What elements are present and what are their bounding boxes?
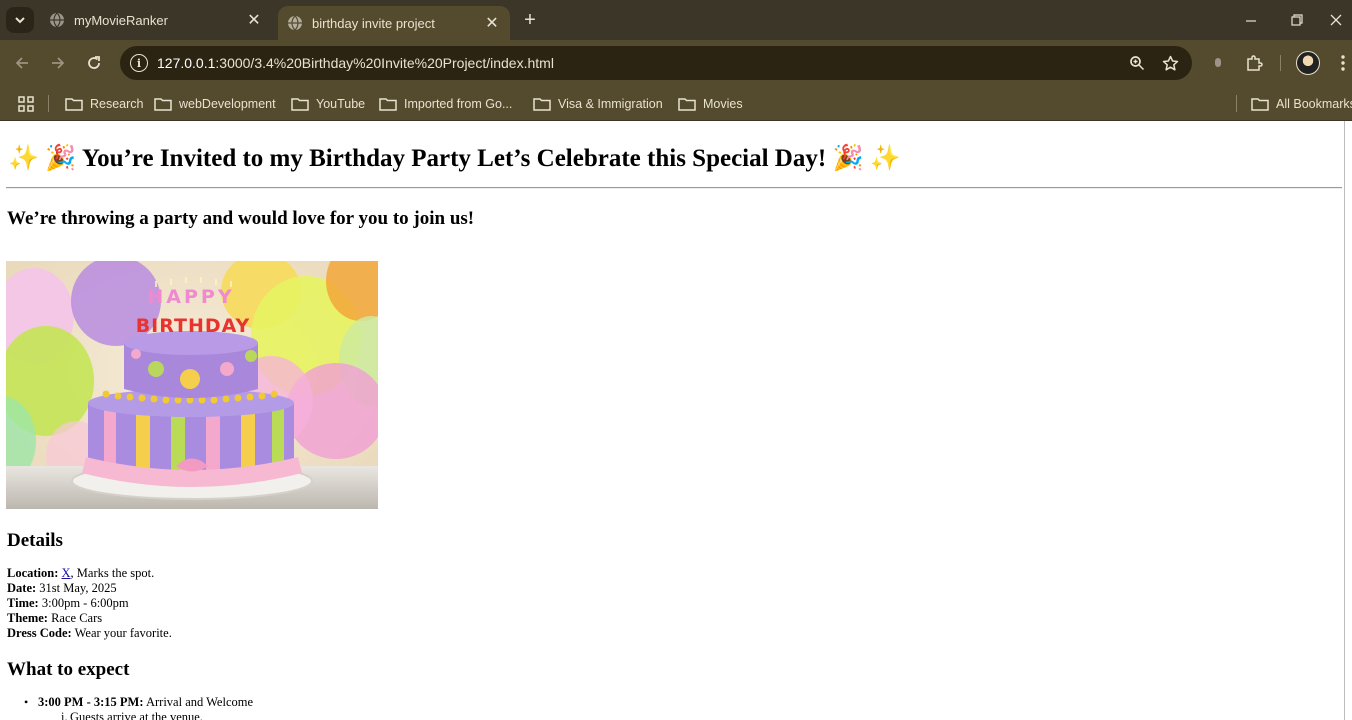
address-bar[interactable]: i 127.0.0.1:3000/3.4%20Birthday%20Invite… bbox=[120, 46, 1192, 80]
detail-location: Location: X, Marks the spot. bbox=[7, 566, 172, 581]
tab-search-button[interactable] bbox=[6, 7, 34, 33]
bookmarks-divider bbox=[48, 95, 49, 112]
tab-mymovieranker[interactable]: myMovieRanker ✕ bbox=[40, 0, 272, 40]
chevron-down-icon bbox=[15, 16, 25, 23]
tab-birthday-invite[interactable]: birthday invite project ✕ bbox=[278, 6, 510, 40]
date-value: 31st May, 2025 bbox=[39, 581, 117, 595]
url-host: 127.0.0.1 bbox=[157, 55, 216, 71]
bookmark-movies[interactable]: Movies bbox=[678, 86, 743, 121]
close-icon[interactable]: ✕ bbox=[244, 10, 264, 30]
bookmarks-bar: Research webDevelopment YouTube Imported… bbox=[0, 86, 1352, 121]
date-label: Date: bbox=[7, 581, 37, 595]
forward-button[interactable] bbox=[46, 51, 70, 75]
globe-icon bbox=[288, 15, 302, 31]
folder-icon bbox=[65, 97, 83, 111]
location-label: Location: bbox=[7, 566, 59, 580]
folder-icon bbox=[154, 97, 172, 111]
bookmark-label: Movies bbox=[703, 96, 743, 111]
schedule-text: Arrival and Welcome bbox=[145, 695, 254, 709]
list-subitem: i. Guests arrive at the venue. bbox=[38, 710, 253, 720]
bookmark-label: webDevelopment bbox=[179, 96, 276, 111]
bookmark-label: YouTube bbox=[316, 96, 366, 111]
location-text: , Marks the spot. bbox=[70, 566, 155, 580]
subitem-text: Guests arrive at the venue. bbox=[70, 710, 203, 720]
bookmark-label: Visa & Immigration bbox=[558, 96, 663, 111]
folder-icon bbox=[678, 97, 696, 111]
folder-icon bbox=[1251, 97, 1269, 111]
detail-theme: Theme: Race Cars bbox=[7, 611, 172, 626]
tab-title: birthday invite project bbox=[312, 15, 435, 31]
bookmark-webdevelopment[interactable]: webDevelopment bbox=[154, 86, 276, 121]
folder-icon bbox=[533, 97, 551, 111]
bookmark-youtube[interactable]: YouTube bbox=[291, 86, 365, 121]
details-heading: Details bbox=[7, 530, 63, 551]
minimize-button[interactable] bbox=[1228, 0, 1274, 40]
all-bookmarks-label: All Bookmarks bbox=[1276, 96, 1352, 111]
bookmarks-divider bbox=[1236, 95, 1237, 112]
restore-icon bbox=[1291, 14, 1303, 26]
zoom-icon[interactable] bbox=[1126, 52, 1148, 74]
theme-label: Theme: bbox=[7, 611, 48, 625]
more-menu-icon[interactable] bbox=[1334, 51, 1352, 75]
schedule-list: 3:00 PM - 3:15 PM: Arrival and Welcome i… bbox=[24, 695, 254, 720]
reload-icon bbox=[88, 56, 100, 69]
page-tagline: We’re throwing a party and would love fo… bbox=[7, 208, 475, 229]
apps-grid-icon[interactable] bbox=[17, 95, 35, 113]
tab-strip: myMovieRanker ✕ birthday invite project … bbox=[0, 0, 1352, 40]
globe-icon bbox=[50, 12, 64, 28]
bookmark-star-icon[interactable] bbox=[1159, 52, 1181, 74]
site-info-icon[interactable]: i bbox=[130, 54, 148, 72]
detail-dress-code: Dress Code: Wear your favorite. bbox=[7, 626, 172, 641]
scrollbar[interactable] bbox=[1344, 121, 1352, 720]
plus-icon: + bbox=[524, 8, 536, 31]
birthday-cake-image: HAPPY BIRTHDAY bbox=[6, 261, 378, 509]
reload-button[interactable] bbox=[82, 51, 106, 75]
url-text[interactable]: 127.0.0.1:3000/3.4%20Birthday%20Invite%2… bbox=[157, 55, 1126, 71]
restore-button[interactable] bbox=[1274, 0, 1320, 40]
page-heading: ✨ 🎉 You’re Invited to my Birthday Party … bbox=[8, 145, 901, 172]
schedule-time: 3:00 PM - 3:15 PM: bbox=[38, 695, 144, 709]
list-item: 3:00 PM - 3:15 PM: Arrival and Welcome bbox=[24, 695, 254, 710]
arrow-left-icon bbox=[15, 57, 28, 69]
bookmark-label: Research bbox=[90, 96, 144, 111]
web-page: ✨ 🎉 You’re Invited to my Birthday Party … bbox=[0, 121, 1352, 720]
detail-time: Time: 3:00pm - 6:00pm bbox=[7, 596, 172, 611]
url-path: :3000/3.4%20Birthday%20Invite%20Project/… bbox=[215, 55, 554, 71]
minimize-icon bbox=[1245, 19, 1256, 22]
close-window-button[interactable] bbox=[1320, 0, 1352, 40]
close-icon bbox=[1330, 14, 1342, 26]
time-label: Time: bbox=[7, 596, 39, 610]
cake-bottom-text: BIRTHDAY bbox=[136, 315, 251, 337]
profile-avatar[interactable] bbox=[1296, 51, 1320, 75]
bookmark-visa-immigration[interactable]: Visa & Immigration bbox=[533, 86, 663, 121]
location-link[interactable]: X bbox=[62, 566, 71, 580]
extensions-puzzle-icon[interactable] bbox=[1242, 51, 1266, 75]
bookmark-label: Imported from Go... bbox=[404, 96, 513, 111]
folder-icon bbox=[379, 97, 397, 111]
horizontal-rule bbox=[6, 187, 1342, 189]
dress-code-value: Wear your favorite. bbox=[74, 626, 172, 640]
time-value: 3:00pm - 6:00pm bbox=[41, 596, 129, 610]
details-section: Location: X, Marks the spot. Date: 31st … bbox=[7, 566, 172, 641]
subitem-number: i. bbox=[61, 710, 68, 720]
back-button[interactable] bbox=[10, 51, 34, 75]
arrow-right-icon bbox=[52, 57, 65, 69]
new-tab-button[interactable]: + bbox=[518, 8, 542, 32]
dress-code-label: Dress Code: bbox=[7, 626, 72, 640]
all-bookmarks-button[interactable]: All Bookmarks bbox=[1251, 86, 1352, 121]
folder-icon bbox=[291, 97, 309, 111]
close-icon[interactable]: ✕ bbox=[482, 13, 502, 33]
bookmark-imported[interactable]: Imported from Go... bbox=[379, 86, 512, 121]
detail-date: Date: 31st May, 2025 bbox=[7, 581, 172, 596]
cake-top-text: HAPPY bbox=[147, 286, 234, 308]
tab-title: myMovieRanker bbox=[74, 12, 168, 28]
theme-value: Race Cars bbox=[51, 611, 103, 625]
toolbar-divider bbox=[1280, 55, 1281, 71]
bookmark-research[interactable]: Research bbox=[65, 86, 144, 121]
browser-toolbar: i 127.0.0.1:3000/3.4%20Birthday%20Invite… bbox=[0, 40, 1352, 86]
expect-heading: What to expect bbox=[7, 659, 130, 680]
extension-mic-icon[interactable] bbox=[1206, 51, 1230, 75]
